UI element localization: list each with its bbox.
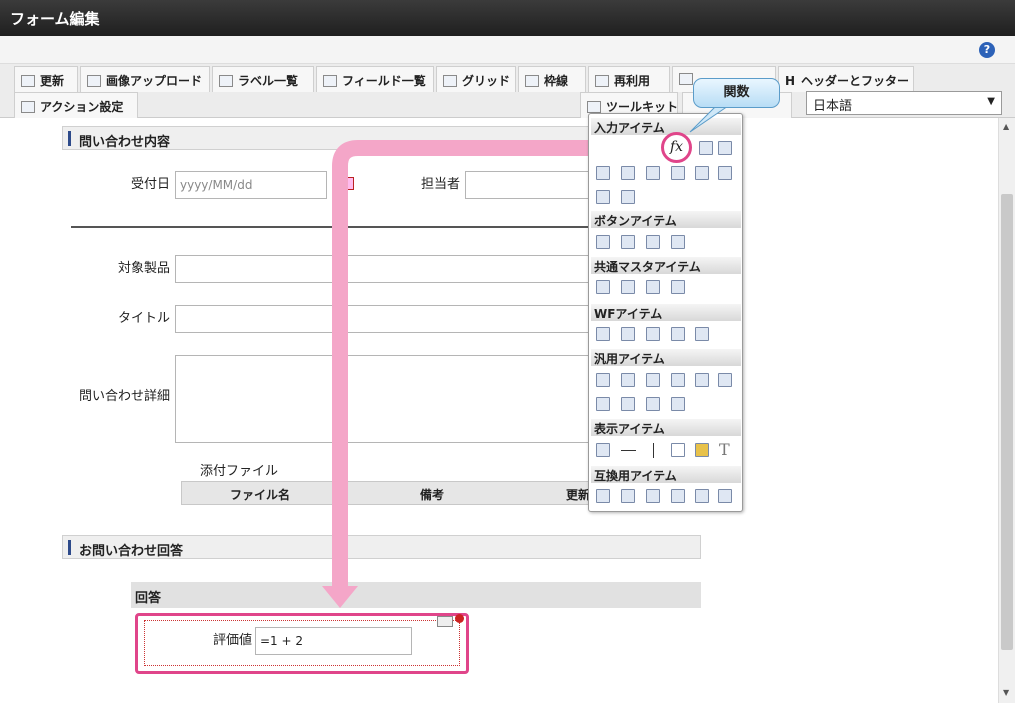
callout-pointer [689, 105, 730, 133]
callout-tail [689, 105, 730, 133]
function-callout: 関数 [693, 78, 780, 108]
